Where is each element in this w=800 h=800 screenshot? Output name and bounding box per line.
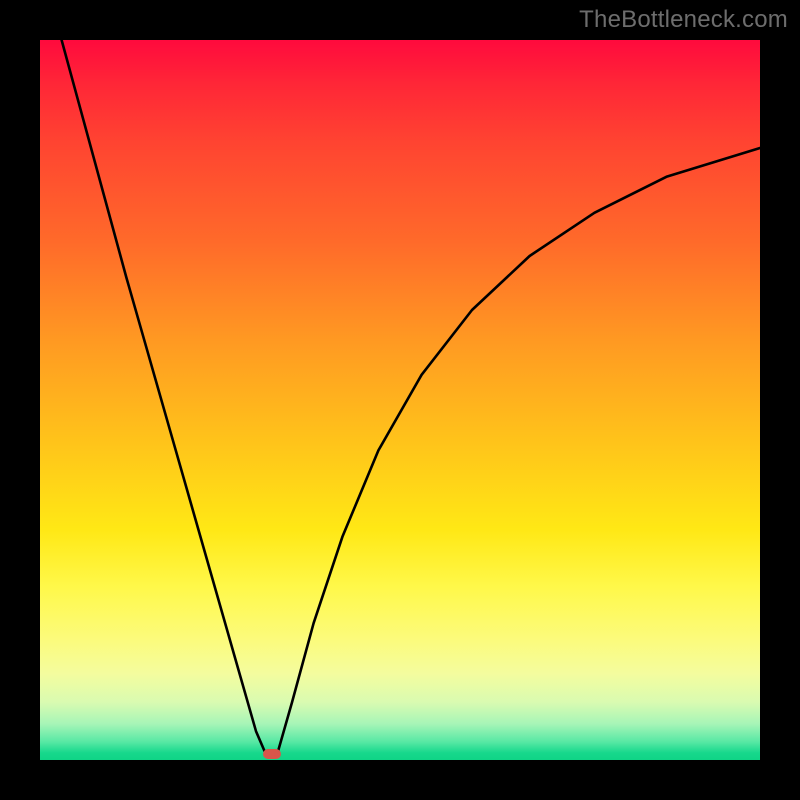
curve-left-branch xyxy=(62,40,267,756)
chart-frame: TheBottleneck.com xyxy=(0,0,800,800)
watermark-label: TheBottleneck.com xyxy=(579,6,788,34)
optimum-marker xyxy=(263,749,281,759)
curve-right-branch xyxy=(278,148,760,753)
plot-svg xyxy=(40,40,760,760)
